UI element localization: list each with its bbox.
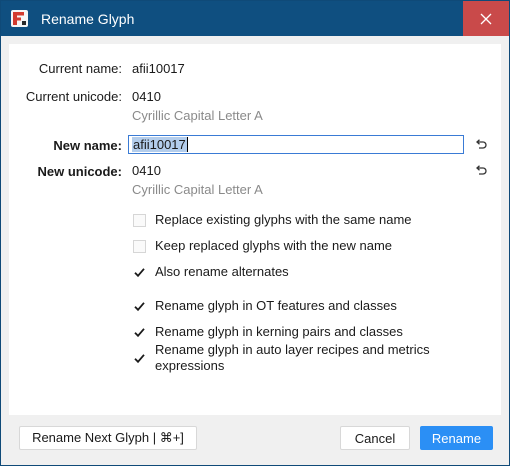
cancel-button[interactable]: Cancel [340,426,410,450]
window-title: Rename Glyph [41,11,135,27]
checkbox[interactable] [133,213,146,227]
checkmark-icon [134,327,145,337]
title-bar[interactable]: Rename Glyph [1,1,509,36]
option-rename-kerning[interactable]: Rename glyph in kerning pairs and classe… [133,323,403,341]
current-name-value: afii10017 [132,61,185,76]
option-replace-existing[interactable]: Replace existing glyphs with the same na… [133,211,412,229]
checkbox-checked[interactable] [133,300,146,313]
close-button[interactable] [463,1,509,36]
option-label: Replace existing glyphs with the same na… [155,212,412,227]
new-name-input[interactable]: afii10017 [128,135,464,154]
dialog-body: Current name: afii10017 Current unicode:… [9,44,501,415]
checkmark-icon [134,353,145,363]
undo-icon[interactable] [474,138,488,152]
option-label: Rename glyph in auto layer recipes and m… [155,342,430,373]
new-name-value: afii10017 [132,137,188,152]
option-keep-replaced[interactable]: Keep replaced glyphs with the new name [133,237,392,255]
checkmark-icon [134,301,145,311]
option-rename-alternates[interactable]: Also rename alternates [133,263,289,281]
new-name-label: New name: [53,138,122,153]
current-unicode-description: Cyrillic Capital Letter A [132,108,263,123]
option-label: Also rename alternates [155,264,289,279]
checkbox-checked[interactable] [133,352,146,365]
undo-icon[interactable] [474,164,488,178]
new-unicode-label: New unicode: [37,164,122,179]
new-unicode-description: Cyrillic Capital Letter A [132,182,263,197]
current-name-label: Current name: [38,61,122,76]
option-label: Rename glyph in kerning pairs and classe… [155,324,403,339]
option-rename-ot-features[interactable]: Rename glyph in OT features and classes [133,297,397,315]
checkmark-icon [134,267,145,277]
new-unicode-input[interactable]: 0410 [128,161,464,180]
app-icon [11,10,28,27]
close-icon [480,13,492,24]
rename-button[interactable]: Rename [420,426,493,450]
option-label: Rename glyph in OT features and classes [155,298,397,313]
current-unicode-label: Current unicode: [25,89,122,104]
checkbox[interactable] [133,239,146,253]
current-unicode-value: 0410 [132,89,161,104]
option-label: Keep replaced glyphs with the new name [155,238,393,253]
option-rename-auto-layer[interactable]: Rename glyph in auto layer recipes and m… [133,342,501,373]
rename-next-glyph-button[interactable]: Rename Next Glyph | ⌘+] [19,426,197,450]
rename-glyph-dialog: Rename Glyph Current name: afii10017 Cur… [0,0,510,466]
checkbox-checked[interactable] [133,326,146,339]
checkbox-checked[interactable] [133,266,146,279]
